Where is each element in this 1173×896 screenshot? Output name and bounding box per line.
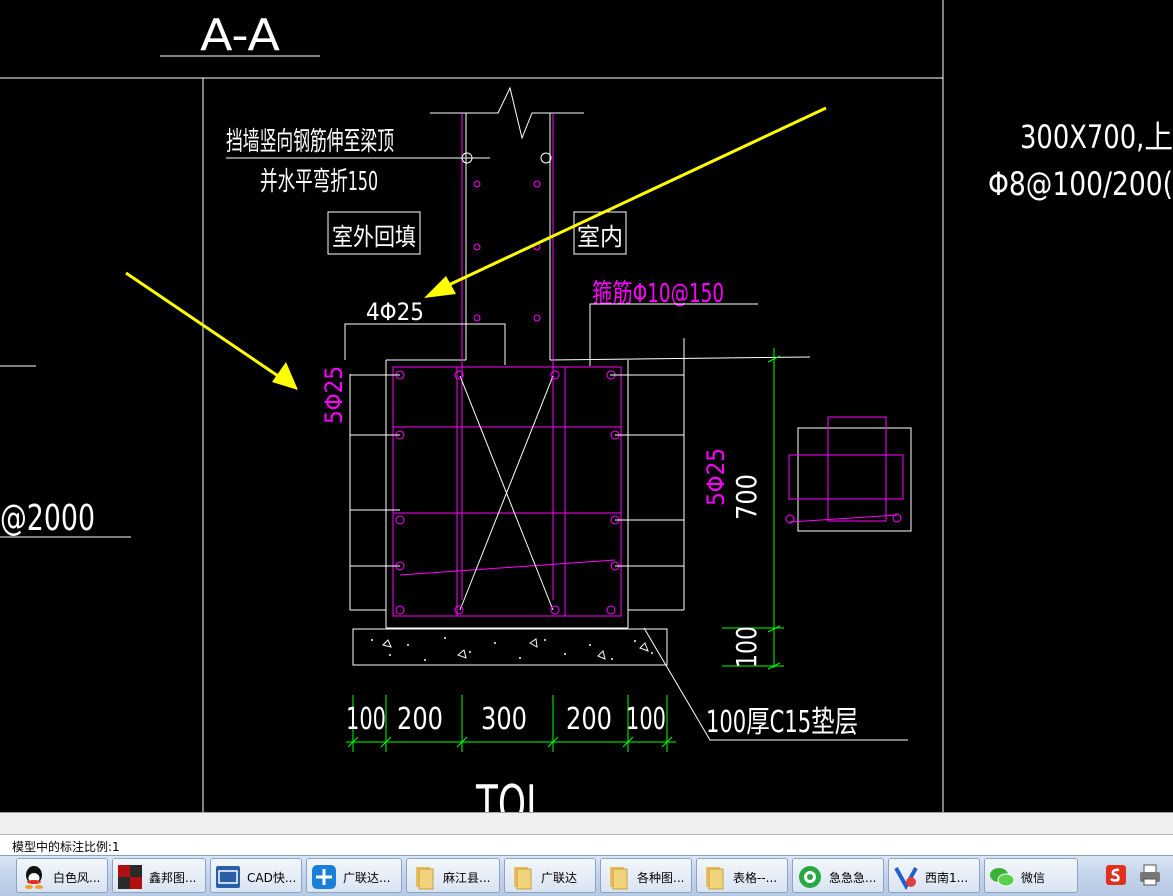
dim-pad: 100 <box>730 626 763 668</box>
dim-bottom-4: 200 <box>566 702 612 737</box>
task-label: 鑫邦图... <box>149 871 197 885</box>
note-rebar-line2: 并水平弯折150 <box>260 167 378 197</box>
folder-icon <box>610 867 628 890</box>
task-label: 广联达... <box>343 871 391 885</box>
sogou-input-icon[interactable] <box>1104 862 1128 888</box>
stirrup-detail <box>785 416 912 532</box>
indoor-label: 室内 <box>577 223 623 251</box>
task-label: 西南1... <box>925 871 969 885</box>
xinbang-icon <box>118 865 142 889</box>
top-bar-label: 4Φ25 <box>366 298 424 326</box>
wps-icon <box>894 867 918 890</box>
dim-bottom-1: 100 <box>346 702 386 737</box>
task-label: 白色风... <box>53 871 101 885</box>
task-label: 各种图... <box>637 871 685 885</box>
dim-bottom-3: 300 <box>481 702 527 737</box>
cad-drawing-canvas[interactable]: A-A @2000 300X700,上 Φ8@100/200( 挡墙竖向钢筋伸至… <box>0 0 1173 812</box>
task-qq[interactable]: 白色风... <box>16 858 108 893</box>
side-bar-right-label: 5Φ25 <box>702 448 730 506</box>
cad-icon <box>216 866 240 888</box>
wechat-icon <box>990 868 1015 887</box>
yellow-arrow-upper <box>424 106 827 298</box>
task-glodon[interactable]: 广联达... <box>306 858 402 893</box>
task-browser[interactable]: 急急急... <box>792 858 884 893</box>
task-folder-glodon[interactable]: 广联达 <box>504 858 596 893</box>
task-wps[interactable]: 西南1... <box>888 858 980 893</box>
status-text: 模型中的标注比例:1 <box>12 840 120 854</box>
command-gap <box>0 812 1173 835</box>
note-rebar-line1: 挡墙竖向钢筋伸至梁顶 <box>226 127 394 157</box>
beam-name: TQL <box>475 775 546 812</box>
task-label: 微信 <box>1021 871 1046 885</box>
task-label: CAD快... <box>247 871 297 885</box>
task-folder-majiang[interactable]: 麻江县... <box>406 858 500 893</box>
task-xinbang[interactable]: 鑫邦图... <box>112 858 206 893</box>
bottom-dim-labels: 100 200 300 200 100 <box>346 702 666 737</box>
wall-rebar-dots <box>461 152 552 322</box>
pad-label: 100厚C15垫层 <box>706 705 858 740</box>
taskbar-edge <box>0 862 12 888</box>
task-label: 广联达 <box>541 871 578 885</box>
dim-bottom-5: 100 <box>626 702 666 737</box>
printer-icon[interactable] <box>1138 862 1162 888</box>
task-label: 麻江县... <box>443 871 491 885</box>
retaining-wall <box>385 86 811 629</box>
right-note-line1: 300X700,上 <box>1020 118 1173 156</box>
task-folder-drawings[interactable]: 各种图... <box>600 858 692 893</box>
browser-icon <box>799 866 821 888</box>
task-cad[interactable]: CAD快... <box>210 858 302 893</box>
glodon-icon <box>312 865 336 889</box>
outdoor-label: 室外回填 <box>332 223 416 251</box>
task-wechat[interactable]: 微信 <box>984 858 1078 893</box>
folder-icon <box>706 867 724 890</box>
section-title: A-A <box>200 10 280 61</box>
task-label: 急急急... <box>829 871 877 885</box>
folder-icon <box>416 867 434 890</box>
dim-bottom-2: 200 <box>397 702 443 737</box>
side-bar-left-label: 5Φ25 <box>320 366 348 424</box>
concrete-pad <box>352 628 668 666</box>
task-folder-tables[interactable]: 表格--... <box>696 858 788 893</box>
beam-rebar-dots <box>395 370 620 615</box>
task-label: 表格--... <box>733 871 778 885</box>
yellow-arrow-lower <box>125 271 298 390</box>
left-note: @2000 <box>0 498 95 539</box>
dim-height: 700 <box>730 474 763 520</box>
folder-icon <box>514 867 532 890</box>
beam-tie-cross <box>459 375 554 611</box>
qq-icon <box>25 866 43 889</box>
command-line[interactable]: 模型中的标注比例:1 <box>0 834 1173 855</box>
right-note-line2: Φ8@100/200( <box>988 165 1173 203</box>
taskbar: 白色风... 鑫邦图... CAD快... 广联达... 麻江县... 广联达 … <box>0 855 1173 896</box>
